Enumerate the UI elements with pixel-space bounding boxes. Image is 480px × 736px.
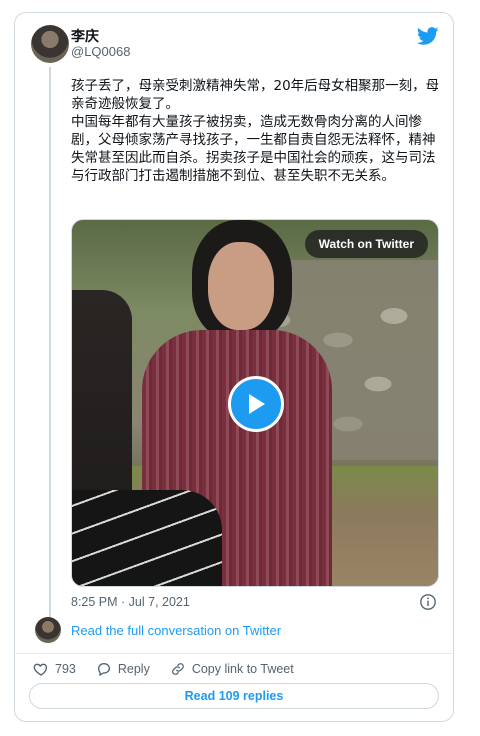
read-replies-button[interactable]: Read 109 replies [29, 683, 439, 709]
copy-link-label: Copy link to Tweet [191, 662, 294, 676]
like-count: 793 [55, 662, 76, 676]
author-avatar-small [35, 617, 61, 643]
tweet-timestamp[interactable]: 8:25 PM · Jul 7, 2021 [71, 595, 190, 609]
watch-on-twitter-button[interactable]: Watch on Twitter [304, 230, 428, 258]
info-icon[interactable] [419, 593, 437, 611]
video-thumbnail[interactable]: Watch on Twitter [71, 219, 439, 587]
twitter-bird-icon[interactable] [417, 25, 439, 47]
author-avatar[interactable] [31, 25, 69, 63]
read-full-conversation-link[interactable]: Read the full conversation on Twitter [71, 623, 281, 638]
tweet-body: 孩子丢了，母亲受刺激精神失常，20年后母女相聚那一刻，母亲奇迹般恢复了。 中国每… [71, 77, 441, 185]
reply-label: Reply [117, 662, 150, 676]
tweet-paragraph-2: 中国每年都有大量孩子被拐卖，造成无数骨肉分离的人间惨剧，父母倾家荡产寻找孩子，一… [71, 114, 436, 184]
link-icon [171, 663, 184, 675]
reply-button[interactable]: Reply [96, 661, 150, 677]
woman-face [208, 242, 274, 330]
reply-icon [97, 662, 110, 677]
copy-link-button[interactable]: Copy link to Tweet [170, 661, 294, 677]
striped-arm [72, 490, 222, 586]
divider [15, 653, 453, 654]
like-button[interactable]: 793 [33, 661, 76, 677]
heart-icon [33, 663, 48, 676]
author-name[interactable]: 李庆 [71, 26, 99, 46]
tweet-card: 李庆 @LQ0068 孩子丢了，母亲受刺激精神失常，20年后母女相聚那一刻，母亲… [14, 12, 454, 722]
play-icon [249, 394, 265, 414]
thread-line [49, 67, 51, 623]
tweet-paragraph-1: 孩子丢了，母亲受刺激精神失常，20年后母女相聚那一刻，母亲奇迹般恢复了。 [71, 78, 440, 112]
action-bar: 793 Reply Copy link to Tweet [33, 659, 314, 679]
play-button[interactable] [228, 376, 284, 432]
author-handle[interactable]: @LQ0068 [71, 44, 130, 59]
